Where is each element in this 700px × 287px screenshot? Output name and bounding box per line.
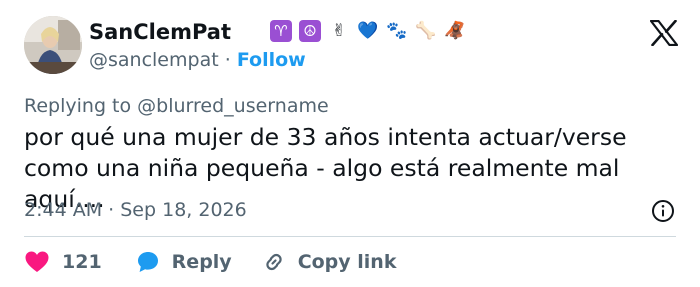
tweet-date: Sep 18, 2026 [120,199,247,221]
replying-prefix: Replying to [24,95,132,117]
replying-to: Replying to @blurred_username [24,94,329,118]
avatar[interactable] [24,16,82,74]
like-count: 121 [62,251,102,273]
peace-icon: ☮ [299,20,321,42]
victory-hand-icon: ✌ [331,21,347,41]
info-icon[interactable] [651,199,675,223]
copy-link-button[interactable]: Copy link [262,250,397,274]
handle-row: @sanclempat · Follow [89,48,306,72]
tweet-time: 2:44 AM [24,199,103,221]
avatar-photo [24,16,82,74]
blue-heart-icon: 💙 [357,21,379,41]
bone-icon: 🦴 [415,21,437,41]
paw-prints-icon: 🐾 [386,21,408,41]
reply-bubble-icon [137,252,158,272]
divider [24,236,676,237]
meta-separator: · [108,199,115,221]
handle[interactable]: @sanclempat [89,49,219,71]
tweet-card: SanClemPat ♈ ☮ ✌ 💙 🐾 🦴 🦧 @sanclempat · F… [0,0,700,287]
heart-icon [25,251,49,272]
name-emojis: ♈ ☮ ✌ 💙 🐾 🦴 🦧 [270,17,466,45]
copy-link-label: Copy link [297,251,397,273]
like-button[interactable]: 121 [24,250,102,274]
reply-label: Reply [171,251,232,273]
replying-to-mention[interactable]: @blurred_username [137,95,329,117]
orangutan-icon: 🦧 [444,21,466,41]
action-bar: 121 Reply Copy link [24,247,396,277]
link-icon [266,253,282,271]
display-name[interactable]: SanClemPat [89,19,231,45]
aries-icon: ♈ [270,20,292,42]
follow-button[interactable]: Follow [237,49,306,71]
handle-separator: · [224,49,231,71]
tweet-timestamp[interactable]: 2:44 AM · Sep 18, 2026 [24,198,247,222]
x-logo-icon[interactable] [650,20,678,46]
reply-button[interactable]: Reply [136,250,232,274]
